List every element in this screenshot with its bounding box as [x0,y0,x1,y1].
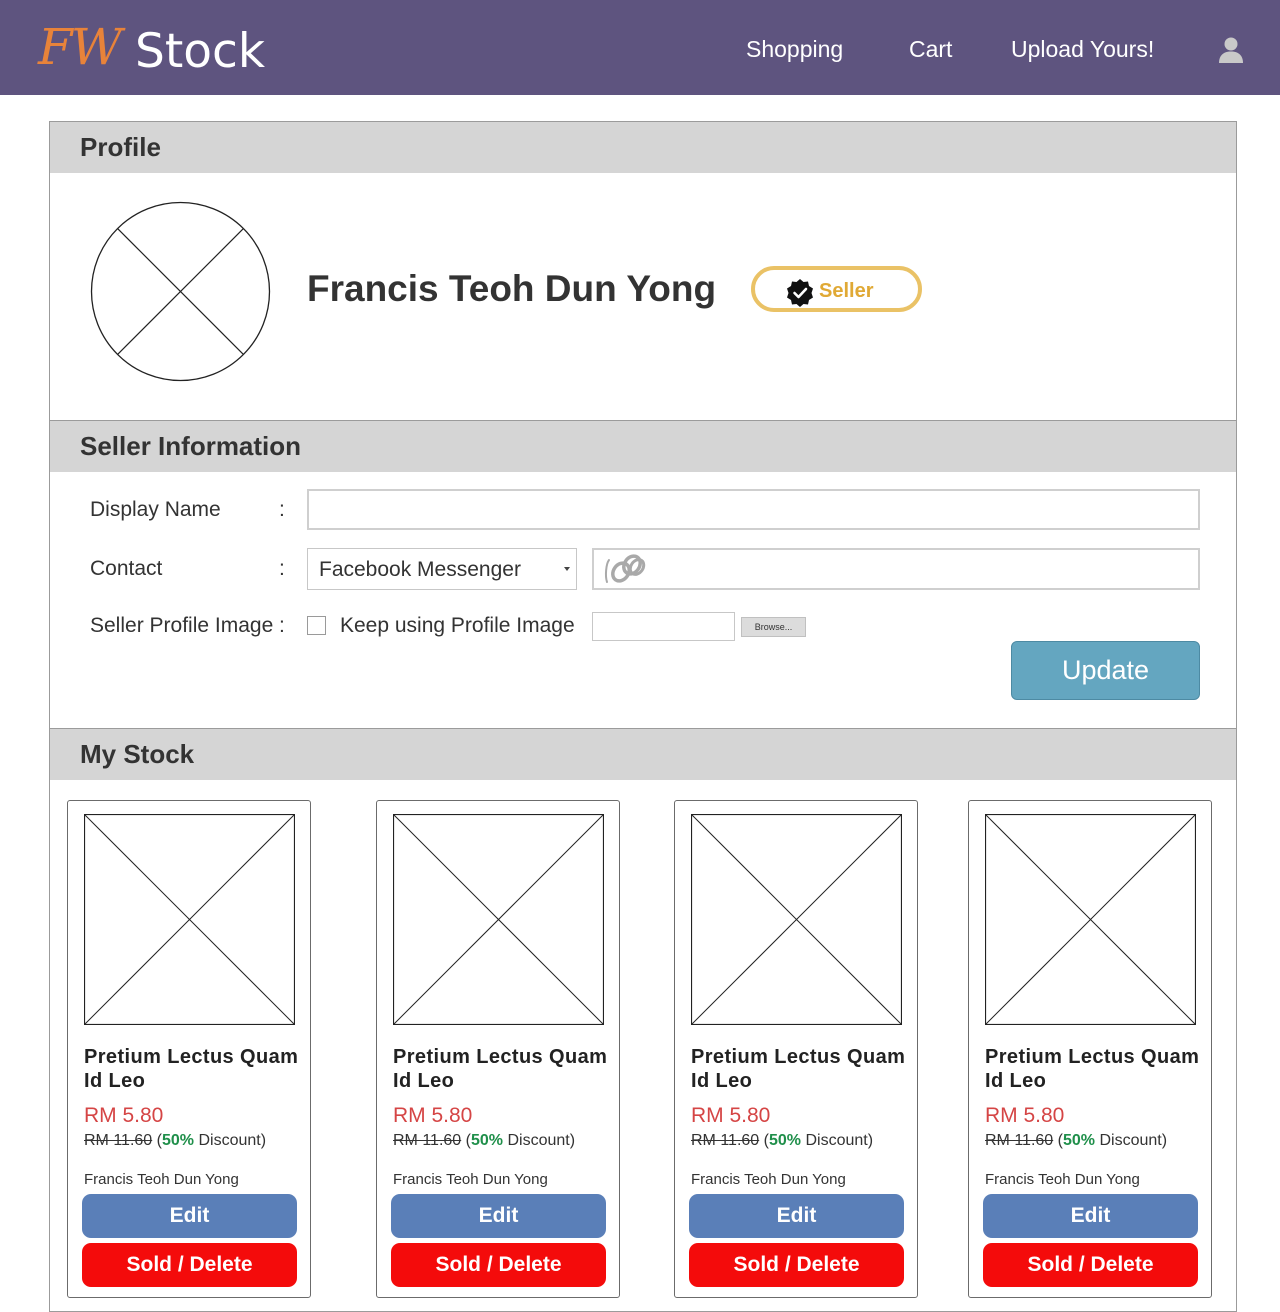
edit-button[interactable]: Edit [689,1194,904,1238]
sold-delete-button[interactable]: Sold / Delete [983,1243,1198,1287]
user-icon[interactable] [1218,36,1244,64]
product-original-price-line: RM 11.60 (50% Discount) [393,1132,576,1149]
contact-label: Contact [90,557,163,580]
product-image-placeholder [393,814,604,1025]
product-seller-name: Francis Teoh Dun Yong [393,1171,548,1188]
keep-profile-image-checkbox[interactable] [307,616,326,635]
product-price: RM 5.80 [84,1104,164,1127]
product-image-placeholder [691,814,902,1025]
stock-card: Pretium Lectus Quam Id Leo RM 5.80 RM 11… [674,800,918,1298]
logo-stock-text: Stock [135,24,266,79]
nav-upload-link[interactable]: Upload Yours! [1011,36,1154,63]
edit-button[interactable]: Edit [82,1194,297,1238]
top-navigation-bar: FW Stock Shopping Cart Upload Yours! [0,0,1280,95]
stock-card: Pretium Lectus Quam Id Leo RM 5.80 RM 11… [968,800,1212,1298]
seller-profile-image-label: Seller Profile Image [90,614,274,637]
product-price: RM 5.80 [691,1104,771,1127]
display-name-input[interactable] [307,489,1200,530]
contact-colon: : [279,557,285,580]
profile-heading: Profile [80,132,161,162]
contact-method-select[interactable]: Facebook Messenger [307,548,577,590]
file-path-field[interactable] [592,612,735,641]
discount-word: Discount [198,1132,261,1149]
discount-percent: 50% [1062,1132,1095,1149]
product-title: Pretium Lectus Quam Id Leo [691,1046,906,1092]
contact-value-input[interactable] [592,548,1200,590]
display-name-label: Display Name [90,498,221,521]
edit-button[interactable]: Edit [391,1194,606,1238]
my-stock-heading: My Stock [80,739,195,769]
product-title: Pretium Lectus Quam Id Leo [985,1046,1200,1092]
product-image-placeholder [84,814,295,1025]
nav-cart-link[interactable]: Cart [909,36,952,63]
contact-method-value: Facebook Messenger [319,558,521,581]
seller-profile-image-colon: : [279,614,285,637]
original-price: RM 11.60 [985,1132,1054,1149]
product-seller-name: Francis Teoh Dun Yong [84,1171,239,1188]
browse-button[interactable]: Browse... [741,617,806,637]
product-seller-name: Francis Teoh Dun Yong [691,1171,846,1188]
sold-delete-button[interactable]: Sold / Delete [82,1243,297,1287]
product-original-price-line: RM 11.60 (50% Discount) [691,1132,874,1149]
update-button[interactable]: Update [1011,641,1200,700]
product-title: Pretium Lectus Quam Id Leo [393,1046,608,1092]
seller-badge-label: Seller [819,280,874,302]
stock-card: Pretium Lectus Quam Id Leo RM 5.80 RM 11… [67,800,311,1298]
seller-info-section-header: Seller Information [49,420,1237,473]
link-icon [604,554,646,583]
product-price: RM 5.80 [985,1104,1065,1127]
discount-word: Discount [507,1132,570,1149]
product-seller-name: Francis Teoh Dun Yong [985,1171,1140,1188]
logo-fw-text: FW [38,18,122,76]
product-price: RM 5.80 [393,1104,473,1127]
sold-delete-button[interactable]: Sold / Delete [391,1243,606,1287]
product-original-price-line: RM 11.60 (50% Discount) [84,1132,267,1149]
stock-card: Pretium Lectus Quam Id Leo RM 5.80 RM 11… [376,800,620,1298]
discount-percent: 50% [768,1132,801,1149]
product-title: Pretium Lectus Quam Id Leo [84,1046,299,1092]
edit-button[interactable]: Edit [983,1194,1198,1238]
nav-shopping-link[interactable]: Shopping [746,36,843,63]
my-stock-section-header: My Stock [49,728,1237,781]
seller-badge: Seller [751,266,922,312]
product-original-price-line: RM 11.60 (50% Discount) [985,1132,1168,1149]
avatar-placeholder [90,201,271,382]
display-name-colon: : [279,498,285,521]
product-image-placeholder [985,814,1196,1025]
profile-name: Francis Teoh Dun Yong [307,268,717,309]
sold-delete-button[interactable]: Sold / Delete [689,1243,904,1287]
original-price: RM 11.60 [691,1132,760,1149]
discount-word: Discount [1099,1132,1162,1149]
chevron-down-icon [564,567,570,571]
original-price: RM 11.60 [84,1132,153,1149]
discount-percent: 50% [470,1132,503,1149]
seller-info-heading: Seller Information [80,431,302,461]
original-price: RM 11.60 [393,1132,462,1149]
profile-section-header: Profile [49,121,1237,174]
verified-check-icon [787,279,813,307]
discount-percent: 50% [161,1132,194,1149]
discount-word: Discount [805,1132,868,1149]
keep-profile-image-label[interactable]: Keep using Profile Image [340,614,575,638]
